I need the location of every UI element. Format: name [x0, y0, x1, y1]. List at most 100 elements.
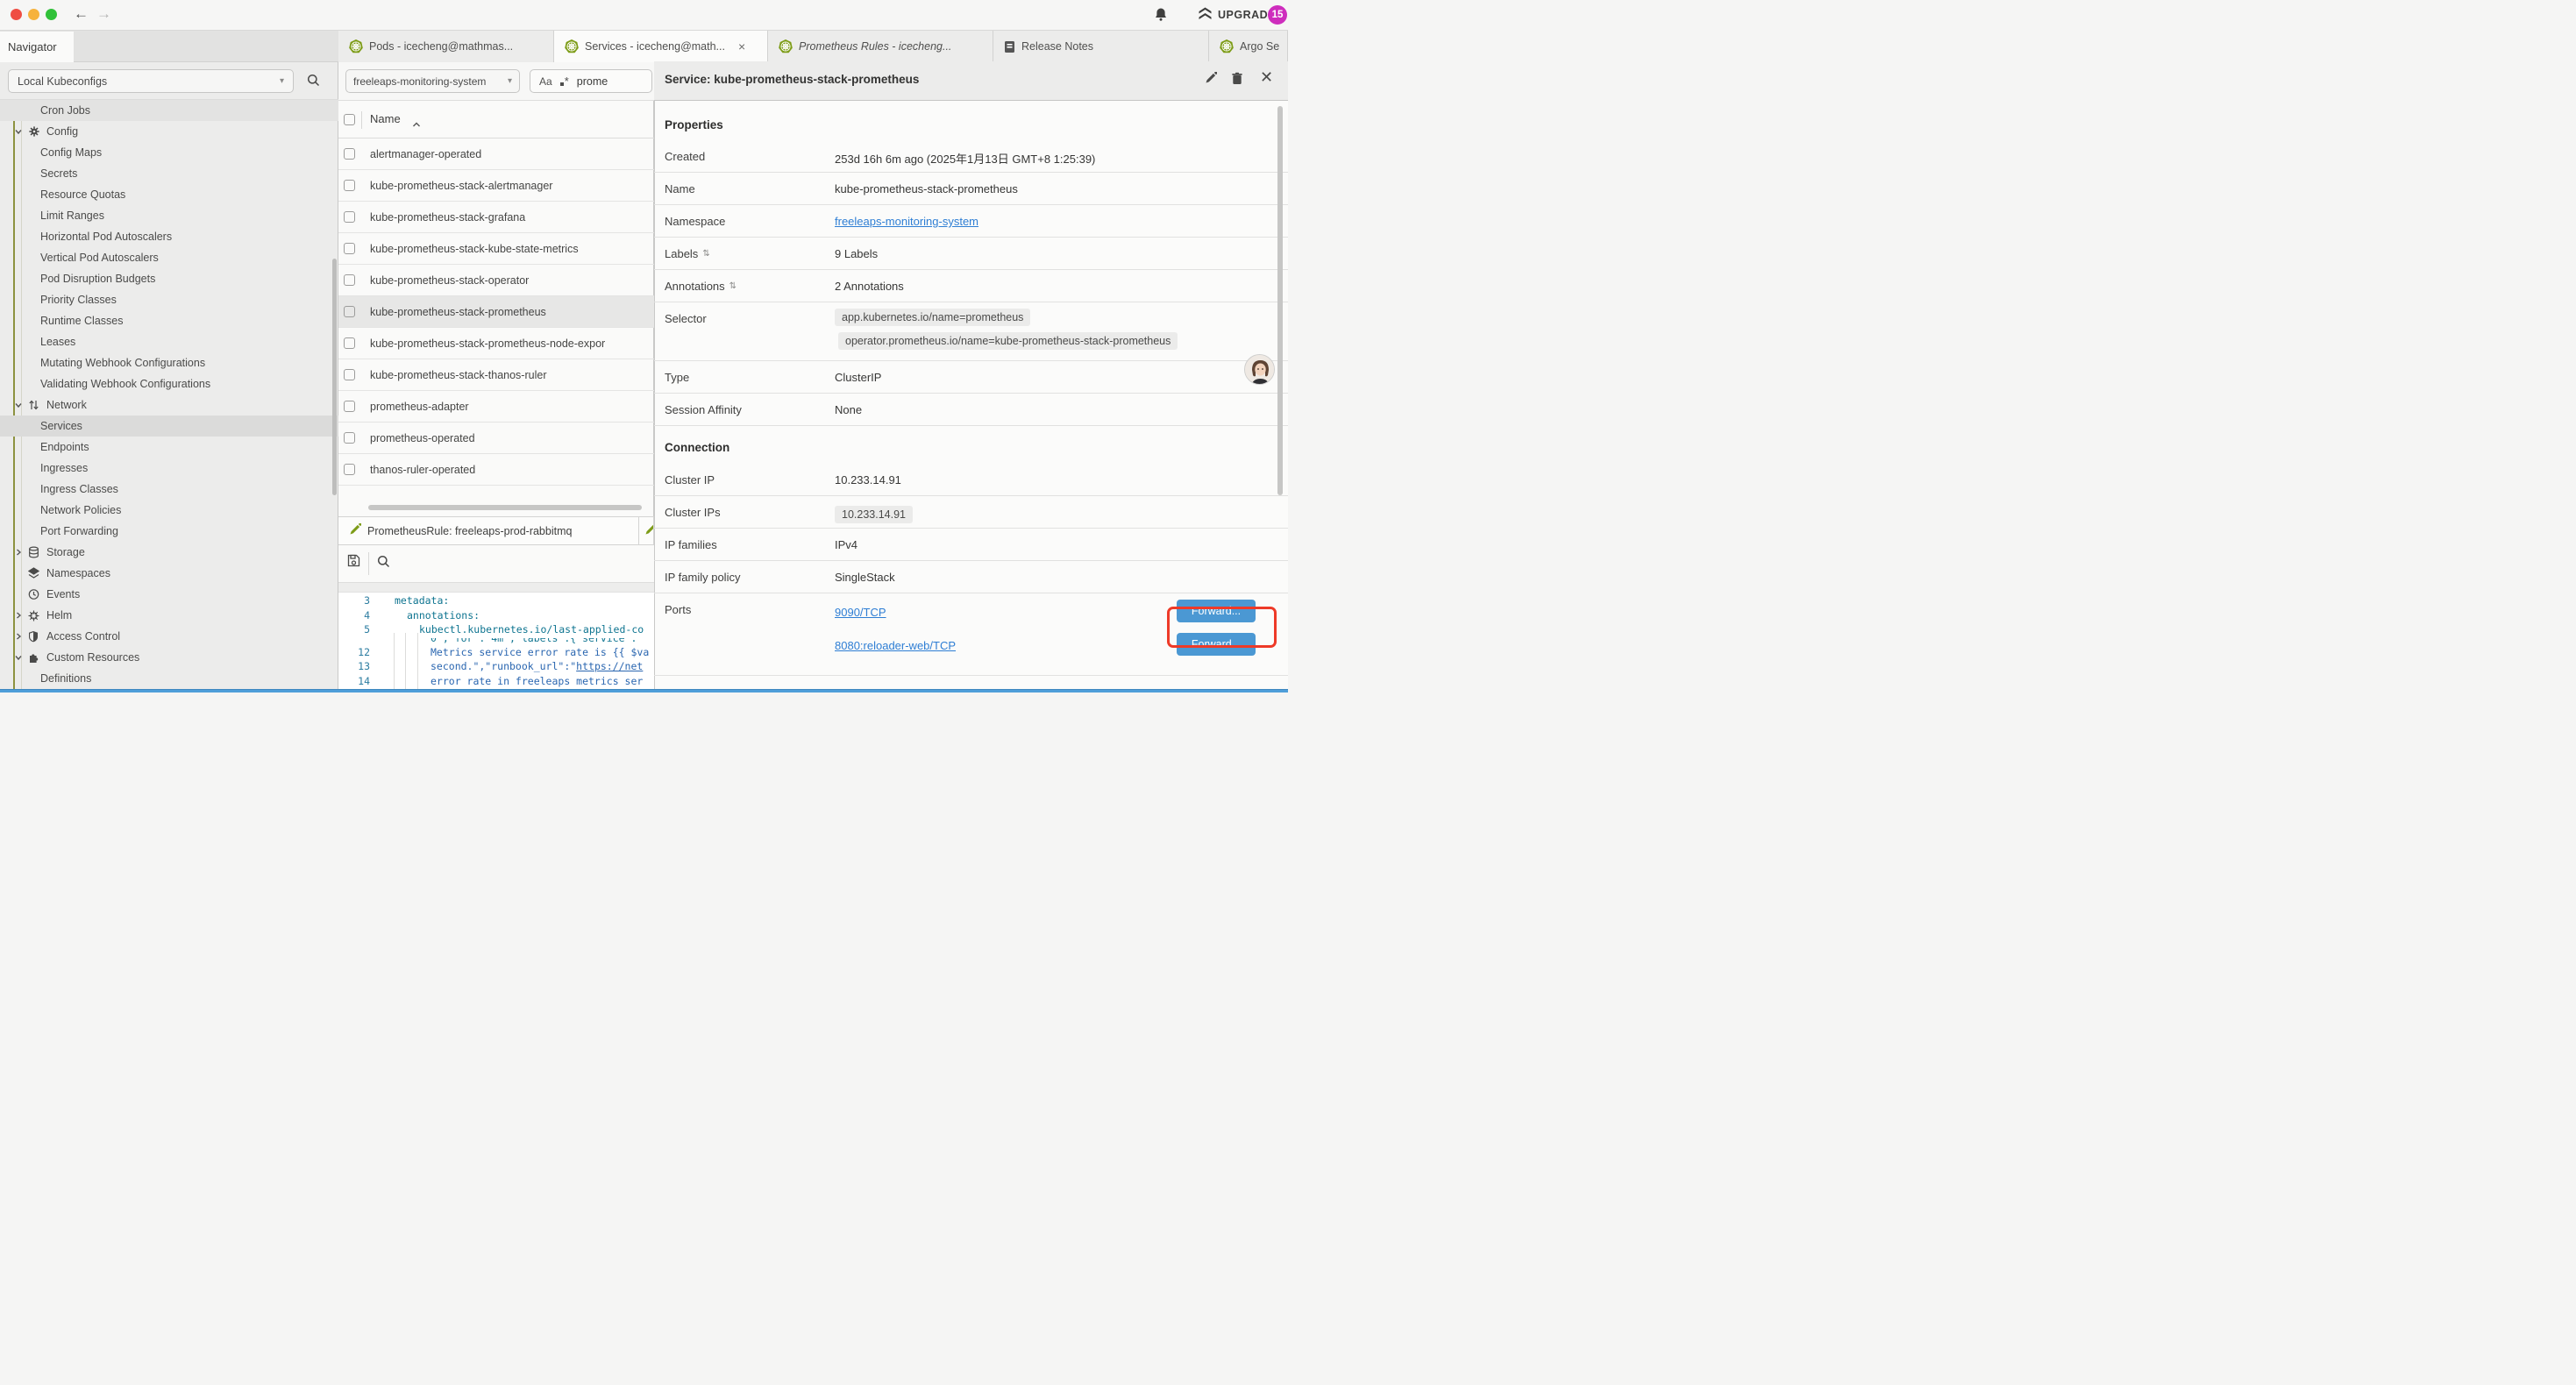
sidebar-item-endpoints[interactable]: Endpoints [0, 437, 338, 458]
row-checkbox[interactable] [344, 243, 355, 254]
search-icon[interactable] [307, 74, 320, 91]
table-row-thanos-ruler-operated[interactable]: thanos-ruler-operated [338, 454, 654, 486]
sidebar-item-port-forwarding[interactable]: Port Forwarding [0, 521, 338, 542]
traffic-light-minimize[interactable] [28, 9, 39, 20]
table-row-kube-prometheus-stack-thanos-ruler[interactable]: kube-prometheus-stack-thanos-ruler [338, 359, 654, 391]
name-column-header[interactable]: Name [370, 112, 401, 125]
chevron-down-icon[interactable] [14, 401, 25, 409]
services-search-input[interactable]: Aa * prome [530, 69, 652, 93]
sidebar-item-runtime-classes[interactable]: Runtime Classes [0, 310, 338, 331]
traffic-light-zoom[interactable] [46, 9, 57, 20]
sidebar-item-services[interactable]: Services [0, 416, 338, 437]
row-checkbox[interactable] [344, 464, 355, 475]
yaml-editor[interactable]: 3metadata:4annotations:5kubectl.kubernet… [338, 593, 654, 689]
sidebar-item-network[interactable]: Network [0, 394, 338, 416]
sidebar-item-priority-classes[interactable]: Priority Classes [0, 289, 338, 310]
sidebar-item-helm[interactable]: Helm [0, 605, 338, 626]
table-row-prometheus-operated[interactable]: prometheus-operated [338, 423, 654, 454]
sidebar-item-limit-ranges[interactable]: Limit Ranges [0, 205, 338, 226]
match-case-icon[interactable]: Aa [539, 75, 552, 88]
forward-arrow-icon[interactable]: → [96, 5, 111, 23]
table-row-alertmanager-operated[interactable]: alertmanager-operated [338, 138, 654, 170]
detail-scrollbar[interactable] [1277, 106, 1283, 495]
sidebar-item-config[interactable]: Config [0, 121, 338, 142]
edit-icon[interactable] [1205, 72, 1217, 89]
notification-badge[interactable]: 15 [1268, 5, 1287, 25]
services-horizontal-scrollbar[interactable] [368, 505, 642, 510]
port-link[interactable]: 9090/TCP [835, 606, 886, 619]
sidebar-item-vertical-pod-autoscalers[interactable]: Vertical Pod Autoscalers [0, 247, 338, 268]
tab-navigator[interactable]: Navigator [0, 32, 74, 62]
sidebar-item-cron-jobs[interactable]: Cron Jobs [0, 100, 338, 121]
sidebar-item-events[interactable]: Events [0, 584, 338, 605]
kubeconfig-select[interactable]: Local Kubeconfigs ▾ [8, 69, 294, 93]
table-row-kube-prometheus-stack-prometheus[interactable]: kube-prometheus-stack-prometheus [338, 296, 654, 328]
delete-icon[interactable] [1231, 72, 1243, 89]
chevron-right-icon[interactable] [14, 611, 25, 620]
chevron-right-icon[interactable] [14, 548, 25, 557]
regex-icon[interactable]: * [560, 75, 569, 88]
tab-pods-icecheng-mathmas-[interactable]: Pods - icecheng@mathmas... [338, 31, 554, 62]
sidebar-item-network-policies[interactable]: Network Policies [0, 500, 338, 521]
tab-argo-se[interactable]: Argo Se [1209, 31, 1288, 62]
detail-row-connection: Connection [654, 426, 1288, 464]
select-all-checkbox[interactable] [344, 114, 355, 125]
tab-release-notes[interactable]: Release Notes [993, 31, 1209, 62]
chevron-down-icon[interactable] [14, 653, 25, 662]
sidebar-item-secrets[interactable]: Secrets [0, 163, 338, 184]
row-checkbox[interactable] [344, 180, 355, 191]
row-checkbox[interactable] [344, 369, 355, 380]
row-checkbox[interactable] [344, 337, 355, 349]
row-checkbox[interactable] [344, 401, 355, 412]
row-checkbox[interactable] [344, 274, 355, 286]
sidebar-item-ingress-classes[interactable]: Ingress Classes [0, 479, 338, 500]
navigator-scrollbar[interactable] [332, 259, 337, 495]
sidebar-item-pod-disruption-budgets[interactable]: Pod Disruption Budgets [0, 268, 338, 289]
table-row-kube-prometheus-stack-grafana[interactable]: kube-prometheus-stack-grafana [338, 202, 654, 233]
code-link[interactable]: https://net [576, 660, 643, 672]
sidebar-item-custom-resources[interactable]: Custom Resources [0, 647, 338, 668]
row-checkbox[interactable] [344, 148, 355, 160]
editor-tab-prometheusrule[interactable]: PrometheusRule: freeleaps-prod-rabbitmq [338, 517, 639, 544]
table-row-kube-prometheus-stack-prometheus-node-expor[interactable]: kube-prometheus-stack-prometheus-node-ex… [338, 328, 654, 359]
sidebar-item-access-control[interactable]: Access Control [0, 626, 338, 647]
sidebar-item-namespaces[interactable]: Namespaces [0, 563, 338, 584]
namespace-link[interactable]: freeleaps-monitoring-system [835, 215, 978, 228]
row-checkbox[interactable] [344, 306, 355, 317]
sidebar-item-resource-quotas[interactable]: Resource Quotas [0, 184, 338, 205]
search-icon[interactable] [377, 555, 390, 572]
close-icon[interactable]: ✕ [1260, 68, 1273, 87]
table-row-prometheus-adapter[interactable]: prometheus-adapter [338, 391, 654, 423]
detail-row-session-affinity: Session AffinityNone [654, 394, 1288, 426]
sort-updown-icon[interactable]: ⇅ [702, 249, 709, 259]
namespace-filter-select[interactable]: freeleaps-monitoring-system ▾ [345, 69, 520, 93]
avatar[interactable] [1244, 354, 1275, 385]
table-row-kube-prometheus-stack-operator[interactable]: kube-prometheus-stack-operator [338, 265, 654, 296]
save-icon[interactable] [347, 554, 360, 572]
sidebar-item-storage[interactable]: Storage [0, 542, 338, 563]
sidebar-item-validating-webhook-configurations[interactable]: Validating Webhook Configurations [0, 373, 338, 394]
tab-services-icecheng-math-[interactable]: Services - icecheng@math...× [554, 31, 768, 62]
bell-icon[interactable] [1154, 7, 1168, 26]
sidebar-item-definitions[interactable]: Definitions [0, 668, 338, 689]
row-checkbox[interactable] [344, 432, 355, 444]
editor-tab-next[interactable] [639, 517, 654, 544]
close-tab-icon[interactable]: × [738, 39, 745, 53]
table-row-kube-prometheus-stack-alertmanager[interactable]: kube-prometheus-stack-alertmanager [338, 170, 654, 202]
sidebar-item-ingresses[interactable]: Ingresses [0, 458, 338, 479]
port-link[interactable]: 8080:reloader-web/TCP [835, 639, 956, 652]
sidebar-item-leases[interactable]: Leases [0, 331, 338, 352]
back-arrow-icon[interactable]: ← [74, 5, 89, 23]
chevron-down-icon[interactable] [14, 127, 25, 136]
traffic-light-close[interactable] [11, 9, 22, 20]
sidebar-item-config-maps[interactable]: Config Maps [0, 142, 338, 163]
sort-ascending-icon[interactable] [412, 117, 421, 132]
sort-updown-icon[interactable]: ⇅ [729, 281, 737, 291]
table-row-kube-prometheus-stack-kube-state-metrics[interactable]: kube-prometheus-stack-kube-state-metrics [338, 233, 654, 265]
row-checkbox[interactable] [344, 211, 355, 223]
upgrade-button[interactable]: UPGRADE [1198, 7, 1276, 23]
sidebar-item-mutating-webhook-configurations[interactable]: Mutating Webhook Configurations [0, 352, 338, 373]
tab-prometheus-rules-icechen[interactable]: Prometheus Rules - icecheng... [768, 31, 993, 62]
sidebar-item-horizontal-pod-autoscalers[interactable]: Horizontal Pod Autoscalers [0, 226, 338, 247]
chevron-right-icon[interactable] [14, 632, 25, 641]
